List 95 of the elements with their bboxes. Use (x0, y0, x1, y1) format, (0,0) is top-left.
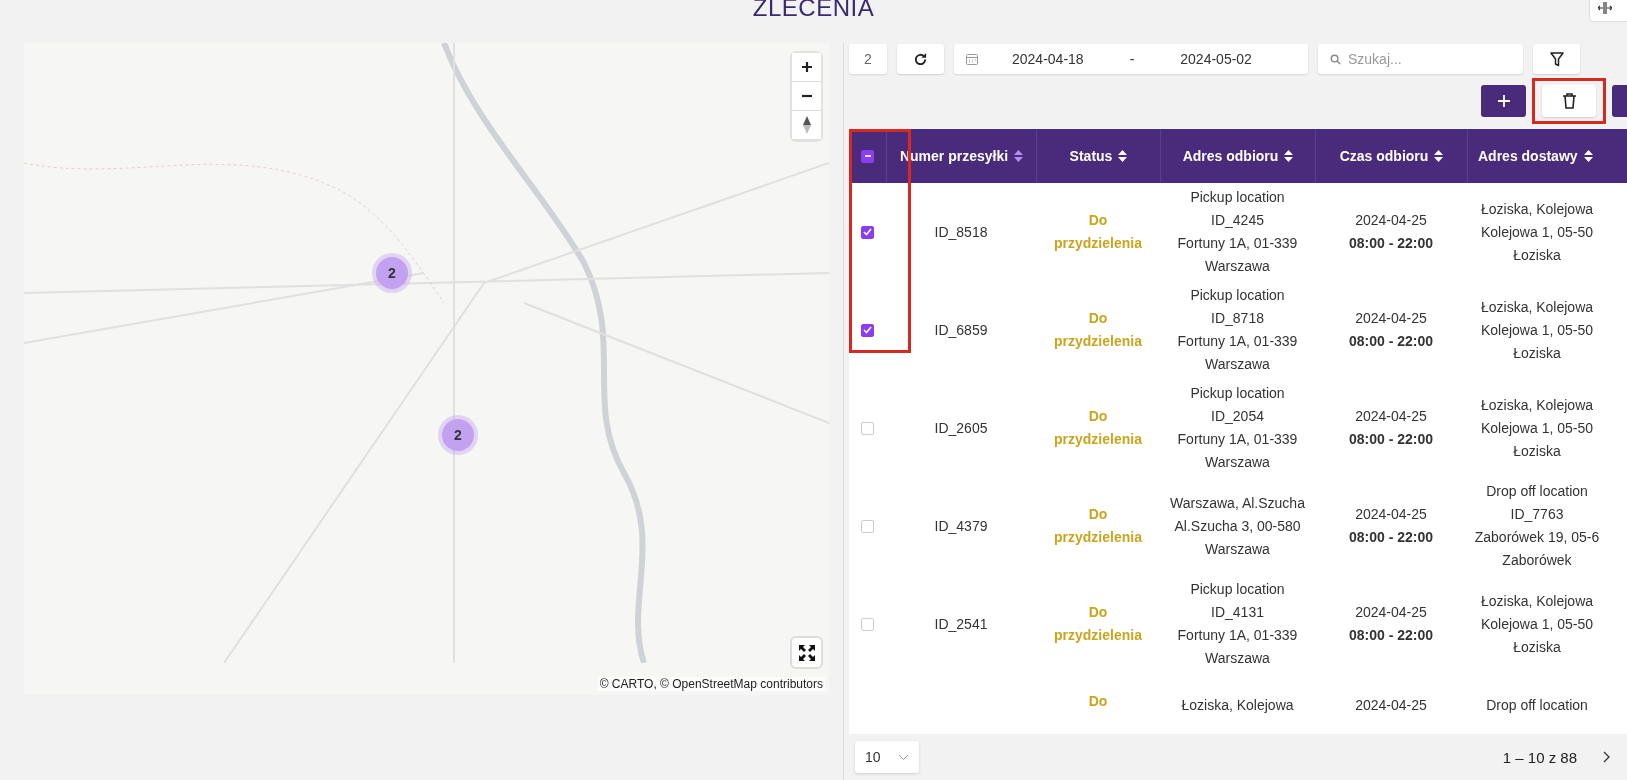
page-size-select[interactable]: 10 (855, 741, 919, 773)
delivery-address-line: ID_7763 (1510, 505, 1564, 524)
delivery-address-line: Drop off location (1486, 482, 1588, 501)
minus-icon (863, 152, 872, 160)
delivery-address-line: Łoziska (1513, 637, 1561, 657)
status-label: Do przydzielenia (1053, 407, 1143, 449)
pickup-address-line: Warszawa (1205, 649, 1270, 668)
cluster-marker[interactable]: 2 (376, 257, 408, 289)
refresh-button[interactable] (897, 44, 944, 74)
delivery-address-line: Zaborówek (1502, 551, 1572, 570)
delivery-address-line: Łoziska, Kolejowa (1480, 591, 1594, 611)
row-checkbox[interactable] (861, 225, 874, 239)
shipment-number: ID_4379 (934, 518, 988, 534)
pagination-range: 1 – 10 z 88 (1502, 748, 1577, 766)
pickup-date: 2024-04-25 (1355, 505, 1427, 524)
delivery-address-line: Łoziska (1513, 245, 1561, 265)
pickup-address-line: Warszawa (1205, 257, 1270, 276)
shipment-number: ID_6859 (934, 322, 988, 338)
pickup-date: 2024-04-25 (1355, 407, 1427, 426)
shipment-number: ID_8518 (934, 224, 988, 240)
pickup-time: 08:00 - 22:00 (1348, 626, 1434, 645)
fullscreen-button[interactable] (792, 638, 821, 667)
row-checkbox[interactable] (861, 323, 874, 337)
refresh-icon (913, 51, 928, 67)
delivery-address-line: Kolejowa 1, 05-50 (1480, 418, 1594, 438)
delivery-address-line: Łoziska (1513, 343, 1561, 363)
filter-icon (1549, 51, 1564, 67)
add-button[interactable] (1481, 85, 1526, 117)
status-label: Do przydzielenia (1053, 309, 1143, 351)
status-label: Do przydzielenia (1053, 603, 1143, 645)
pickup-time: 08:00 - 22:00 (1348, 234, 1434, 253)
compass-icon (802, 116, 811, 134)
delivery-address-line: Łoziska (1513, 441, 1561, 461)
trash-icon (1562, 93, 1576, 109)
pickup-time: 08:00 - 22:00 (1348, 528, 1434, 547)
selected-count: 2 (849, 44, 887, 74)
page-title: ZLECENIA (752, 0, 875, 20)
pickup-address-line: ID_2054 (1211, 407, 1264, 426)
search-field[interactable]: Szukaj... (1318, 44, 1523, 74)
delivery-address-line: Drop off location (1486, 697, 1588, 713)
plus-icon (1496, 94, 1511, 108)
delivery-address-line: Łoziska, Kolejowa (1480, 395, 1594, 415)
calendar-icon (966, 53, 978, 65)
pickup-address-line: ID_4131 (1211, 603, 1264, 622)
cluster-marker[interactable]: 2 (442, 419, 474, 451)
pickup-address-line: ID_4245 (1211, 211, 1264, 230)
delivery-address-line: Kolejowa 1, 05-50 (1480, 614, 1594, 634)
chevron-down-icon (898, 753, 909, 761)
pickup-address-line: Warszawa (1205, 539, 1270, 559)
pickup-date: 2024-04-25 (1355, 697, 1427, 713)
pickup-address-line: Fortuny 1A, 01-339 (1177, 626, 1298, 645)
zoom-in-button[interactable] (792, 53, 821, 82)
date-range-field[interactable]: 2024-04-18 - 2024-05-02 (954, 44, 1308, 74)
delivery-address-line: Kolejowa 1, 05-50 (1480, 320, 1594, 340)
column-header[interactable]: Adres dostawy (1467, 129, 1607, 183)
pickup-address-line: Łoziska, Kolejowa (1181, 697, 1294, 713)
status-label: Do (1087, 692, 1109, 711)
delete-button[interactable] (1542, 85, 1596, 117)
check-icon (863, 326, 872, 334)
pickup-address-line: Warszawa, Al.Szucha (1170, 493, 1305, 513)
shipment-number: ID_2605 (934, 420, 988, 436)
column-header[interactable]: Czas odbioru (1315, 129, 1467, 183)
fullscreen-icon (797, 643, 816, 662)
delivery-address-line: Łoziska, Kolejowa (1480, 297, 1594, 317)
map-attribution: © CARTO, © OpenStreetMap contributors (597, 677, 825, 691)
pickup-date: 2024-04-25 (1355, 309, 1427, 328)
pickup-address-line: Pickup location (1190, 188, 1285, 207)
pickup-address-line: ID_8718 (1211, 309, 1264, 328)
pickup-address-line: Warszawa (1205, 355, 1270, 374)
check-icon (863, 228, 872, 236)
pickup-time: 08:00 - 22:00 (1348, 430, 1434, 449)
pickup-address-line: Fortuny 1A, 01-339 (1177, 234, 1298, 253)
delivery-address-line: Łoziska, Kolejowa (1480, 199, 1594, 219)
select-all-checkbox[interactable] (861, 149, 874, 163)
pickup-address-line: Warszawa (1205, 453, 1270, 472)
pickup-date: 2024-04-25 (1355, 211, 1427, 230)
plus-icon (800, 61, 813, 73)
pickup-address-line: Pickup location (1190, 580, 1285, 599)
delivery-address-line: Zaborówek 19, 05-6 (1474, 528, 1600, 547)
filter-button[interactable] (1533, 44, 1580, 74)
pickup-address-line: Pickup location (1190, 286, 1285, 305)
pickup-date: 2024-04-25 (1355, 603, 1427, 622)
pickup-address-line: Pickup location (1190, 384, 1285, 403)
pickup-time: 08:00 - 22:00 (1348, 332, 1434, 351)
pickup-address-line: Al.Szucha 3, 00-580 (1174, 516, 1301, 536)
column-header[interactable]: Status (1036, 129, 1160, 183)
chevron-right-icon (1602, 751, 1610, 763)
shipment-number: ID_2541 (934, 616, 988, 632)
column-header[interactable]: Adres odbioru (1160, 129, 1315, 183)
pickup-address-line: Fortuny 1A, 01-339 (1177, 430, 1298, 449)
delivery-address-line: Kolejowa 1, 05-50 (1480, 222, 1594, 242)
status-label: Do przydzielenia (1053, 211, 1143, 253)
split-icon (1598, 2, 1612, 14)
status-label: Do przydzielenia (1053, 505, 1143, 547)
pickup-address-line: Fortuny 1A, 01-339 (1177, 332, 1298, 351)
